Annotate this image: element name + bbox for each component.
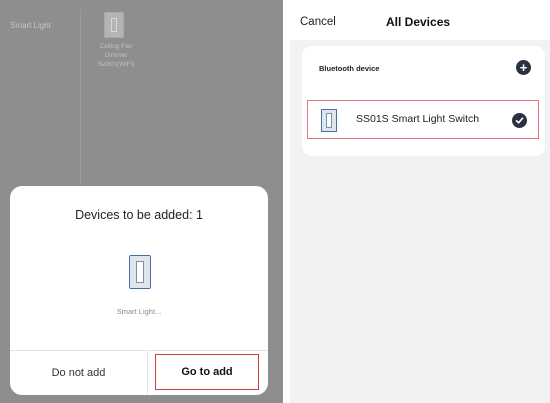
plus-circle-icon[interactable]: + bbox=[516, 60, 531, 75]
devices-to-add-dialog: Devices to be added: 1 Smart Light... Do… bbox=[10, 186, 268, 395]
dialog-footer: Do not add Go to add bbox=[10, 350, 268, 395]
right-screen: Cancel All Devices Bluetooth device + SS… bbox=[290, 0, 550, 403]
category-label[interactable]: Smart Light bbox=[10, 21, 51, 30]
switch-paddle bbox=[326, 113, 332, 128]
switch-paddle bbox=[136, 261, 144, 283]
device-row[interactable]: SS01S Smart Light Switch bbox=[307, 100, 539, 139]
dialog-title: Devices to be added: 1 bbox=[75, 208, 203, 222]
light-switch-icon[interactable] bbox=[104, 12, 124, 38]
light-switch-icon bbox=[129, 255, 151, 289]
device-name: SS01S Smart Light Switch bbox=[356, 113, 480, 125]
checkmark-circle-icon[interactable] bbox=[512, 113, 527, 128]
switch-paddle bbox=[111, 18, 117, 32]
category-divider bbox=[80, 10, 81, 185]
nav-bar: Cancel All Devices bbox=[290, 0, 550, 40]
footer-divider bbox=[147, 351, 148, 395]
device-name-label[interactable]: Ceiling Fan Dimmer Switch(WiFi) bbox=[86, 42, 146, 69]
go-to-add-button[interactable]: Go to add bbox=[155, 354, 259, 390]
left-screen: Smart Light Ceiling Fan Dimmer Switch(Wi… bbox=[0, 0, 283, 403]
page-title: All Devices bbox=[386, 15, 451, 29]
section-label: Bluetooth device bbox=[319, 64, 380, 73]
light-switch-icon bbox=[321, 109, 337, 132]
dialog-device-label: Smart Light... bbox=[116, 307, 162, 316]
checkmark-icon bbox=[515, 117, 524, 124]
cancel-button[interactable]: Cancel bbox=[300, 16, 336, 28]
bluetooth-devices-card: Bluetooth device + SS01S Smart Light Swi… bbox=[302, 46, 545, 156]
do-not-add-button[interactable]: Do not add bbox=[10, 351, 147, 395]
